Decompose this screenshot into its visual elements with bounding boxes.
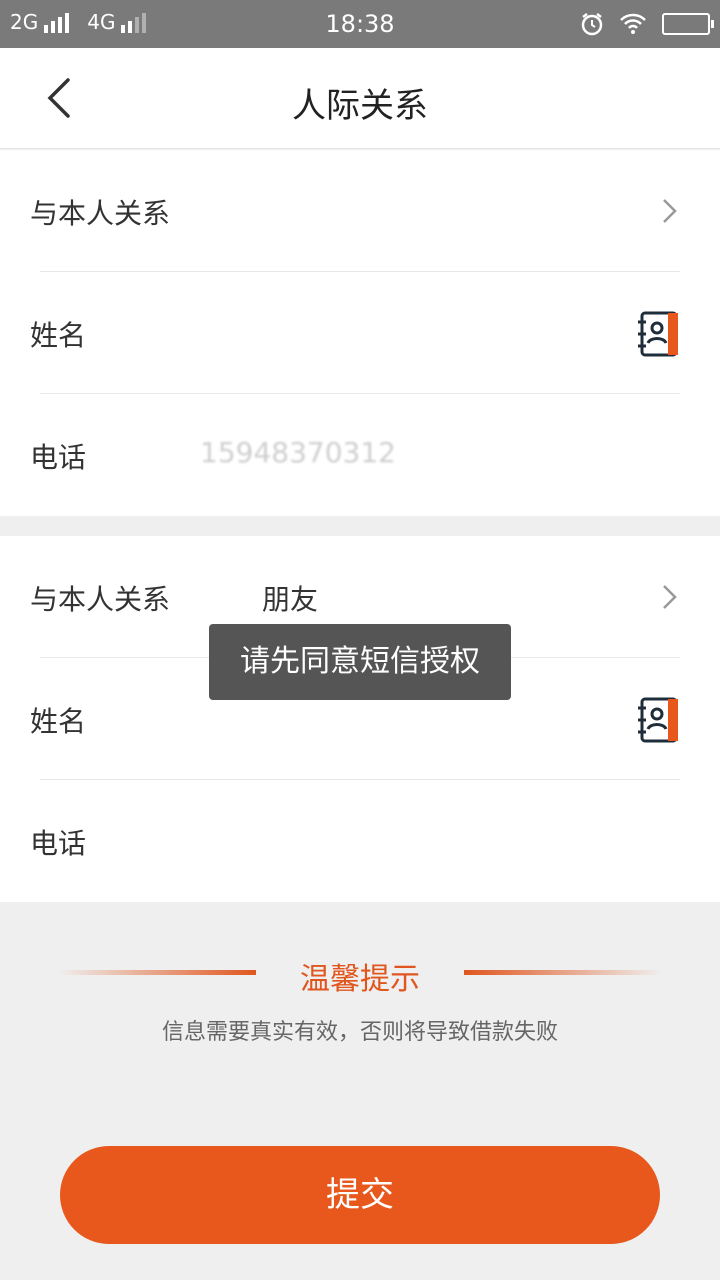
relation-row-1[interactable]: 与本人关系 — [0, 150, 720, 272]
toast-message: 请先同意短信授权 — [209, 624, 511, 700]
submit-button[interactable]: 提交 — [60, 1146, 660, 1244]
alarm-clock-icon — [581, 13, 603, 36]
phone-label: 电话 — [30, 827, 87, 860]
name-label: 姓名 — [30, 705, 87, 738]
name-row-1[interactable]: 姓名 — [0, 272, 720, 394]
page-title: 人际关系 — [292, 86, 428, 126]
name-label: 姓名 — [30, 319, 87, 352]
tip-note: 信息需要真实有效，否则将导致借款失败 — [161, 1020, 558, 1045]
phone-label: 电话 — [30, 441, 87, 474]
contact-card-1: 与本人关系 姓名 电话 15948370312 — [0, 150, 720, 516]
chevron-right-icon — [663, 199, 677, 223]
phone-row-2[interactable]: 电话 — [0, 780, 720, 902]
battery-icon — [662, 13, 714, 35]
tip-header: 温馨提示 — [0, 952, 720, 997]
status-bar: 2G 4G 18:38 — [0, 0, 720, 48]
status-icons — [580, 12, 714, 36]
wifi-icon — [620, 13, 646, 34]
contact-card-2: 与本人关系 朋友 姓名 电话 — [0, 536, 720, 902]
relation-value: 朋友 — [262, 583, 319, 616]
relation-label: 与本人关系 — [30, 583, 171, 616]
nav-bar: 人际关系 — [0, 48, 720, 149]
chevron-right-icon — [663, 585, 677, 609]
phone-row-1[interactable]: 电话 15948370312 — [0, 394, 720, 516]
tip-line-right — [464, 970, 662, 975]
phone-value[interactable]: 15948370312 — [200, 436, 396, 469]
contacts-book-icon[interactable] — [638, 310, 682, 358]
relation-label: 与本人关系 — [30, 197, 171, 230]
tip-title: 温馨提示 — [300, 962, 420, 997]
contacts-book-icon[interactable] — [638, 696, 682, 744]
